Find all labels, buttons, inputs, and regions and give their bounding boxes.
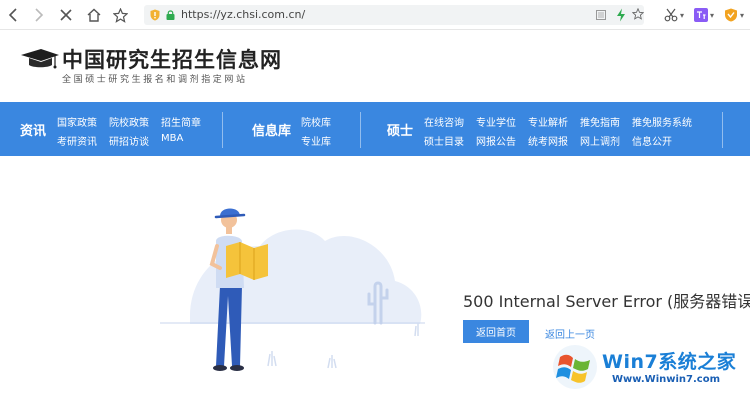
main-nav: 资讯 国家政策 院校政策 招生简章 考研资讯 研招访谈 MBA 信息库 院校库 … xyxy=(0,102,750,156)
nav-link-admission-brochure[interactable]: 招生简章 xyxy=(161,114,201,129)
chevron-left-icon xyxy=(8,8,17,22)
nav-link-major-analysis[interactable]: 专业解析 xyxy=(528,114,568,129)
chevron-down-icon: ▾ xyxy=(710,10,715,20)
nav-link-exam-registration[interactable]: 统考网报 xyxy=(528,133,568,148)
site-logo-title[interactable]: 中国研究生招生信息网 xyxy=(62,44,282,74)
favorite-star-icon[interactable] xyxy=(632,8,644,20)
nav-link-online-adjust[interactable]: 网上调剂 xyxy=(580,133,620,148)
scissors-button[interactable]: ▾ xyxy=(664,6,684,24)
nav-link-mba[interactable]: MBA xyxy=(161,133,183,144)
nav-section-database[interactable]: 信息库 xyxy=(252,120,291,139)
site-logo-subtitle: 全国硕士研究生报名和调剂指定网站 xyxy=(62,75,248,85)
error-title: 500 Internal Server Error (服务器错误) xyxy=(463,292,750,311)
nav-link-interviews[interactable]: 研招访谈 xyxy=(109,133,149,148)
nav-link-info-disclosure[interactable]: 信息公开 xyxy=(632,133,672,148)
windows-logo-icon xyxy=(553,345,597,389)
address-bar[interactable]: https://yz.chsi.com.cn/ xyxy=(144,5,644,25)
chevron-down-icon: ▾ xyxy=(740,10,745,20)
nav-divider xyxy=(360,112,361,148)
scissors-icon xyxy=(664,8,678,22)
shield-icon xyxy=(150,9,160,21)
shield-extension-icon xyxy=(725,8,737,22)
go-back-link[interactable]: 返回上一页 xyxy=(545,326,595,341)
chevron-down-icon: ▾ xyxy=(680,10,685,20)
translate-icon xyxy=(694,8,708,22)
nav-link-master-catalog[interactable]: 硕士目录 xyxy=(424,133,464,148)
stop-button[interactable] xyxy=(57,6,75,24)
close-icon xyxy=(60,9,72,21)
url-text: https://yz.chsi.com.cn/ xyxy=(181,8,306,21)
watermark: Win7系统之家 Www.Winwin7.com xyxy=(550,343,750,396)
nav-link-school-policy[interactable]: 院校政策 xyxy=(109,114,149,129)
browser-toolbar: https://yz.chsi.com.cn/ ▾ ▾ ▾ xyxy=(0,0,750,30)
nav-link-recommend-guide[interactable]: 推免指南 xyxy=(580,114,620,129)
error-illustration xyxy=(160,208,425,371)
bookmark-button[interactable] xyxy=(111,6,129,24)
nav-section-master[interactable]: 硕士 xyxy=(387,120,413,139)
nav-link-school-db[interactable]: 院校库 xyxy=(301,114,331,129)
nav-section-news[interactable]: 资讯 xyxy=(20,120,46,139)
nav-divider xyxy=(222,112,223,148)
home-icon xyxy=(87,8,101,22)
extension-button[interactable]: ▾ xyxy=(724,6,744,24)
forward-button[interactable] xyxy=(30,6,48,24)
lightning-icon[interactable] xyxy=(616,8,626,22)
nav-link-recommend-system[interactable]: 推免服务系统 xyxy=(632,114,692,129)
nav-link-major-db[interactable]: 专业库 xyxy=(301,133,331,148)
reader-mode-icon[interactable] xyxy=(596,10,606,20)
nav-link-professional-degree[interactable]: 专业学位 xyxy=(476,114,516,129)
return-home-button[interactable]: 返回首页 xyxy=(463,320,529,343)
lock-icon xyxy=(166,10,175,20)
back-button[interactable] xyxy=(4,6,22,24)
site-header: 中国研究生招生信息网 全国硕士研究生报名和调剂指定网站 xyxy=(0,30,750,102)
nav-link-exam-news[interactable]: 考研资讯 xyxy=(57,133,97,148)
chevron-right-icon xyxy=(35,8,44,22)
watermark-url: Www.Winwin7.com xyxy=(612,374,721,385)
watermark-text: Win7系统之家 xyxy=(602,351,737,373)
star-icon xyxy=(112,7,128,23)
nav-link-national-policy[interactable]: 国家政策 xyxy=(57,114,97,129)
translate-button[interactable]: ▾ xyxy=(694,6,714,24)
nav-link-registration-notice[interactable]: 网报公告 xyxy=(476,133,516,148)
nav-link-online-consult[interactable]: 在线咨询 xyxy=(424,114,464,129)
graduation-cap-icon[interactable] xyxy=(20,46,60,74)
home-button[interactable] xyxy=(85,6,103,24)
nav-divider xyxy=(722,112,723,148)
